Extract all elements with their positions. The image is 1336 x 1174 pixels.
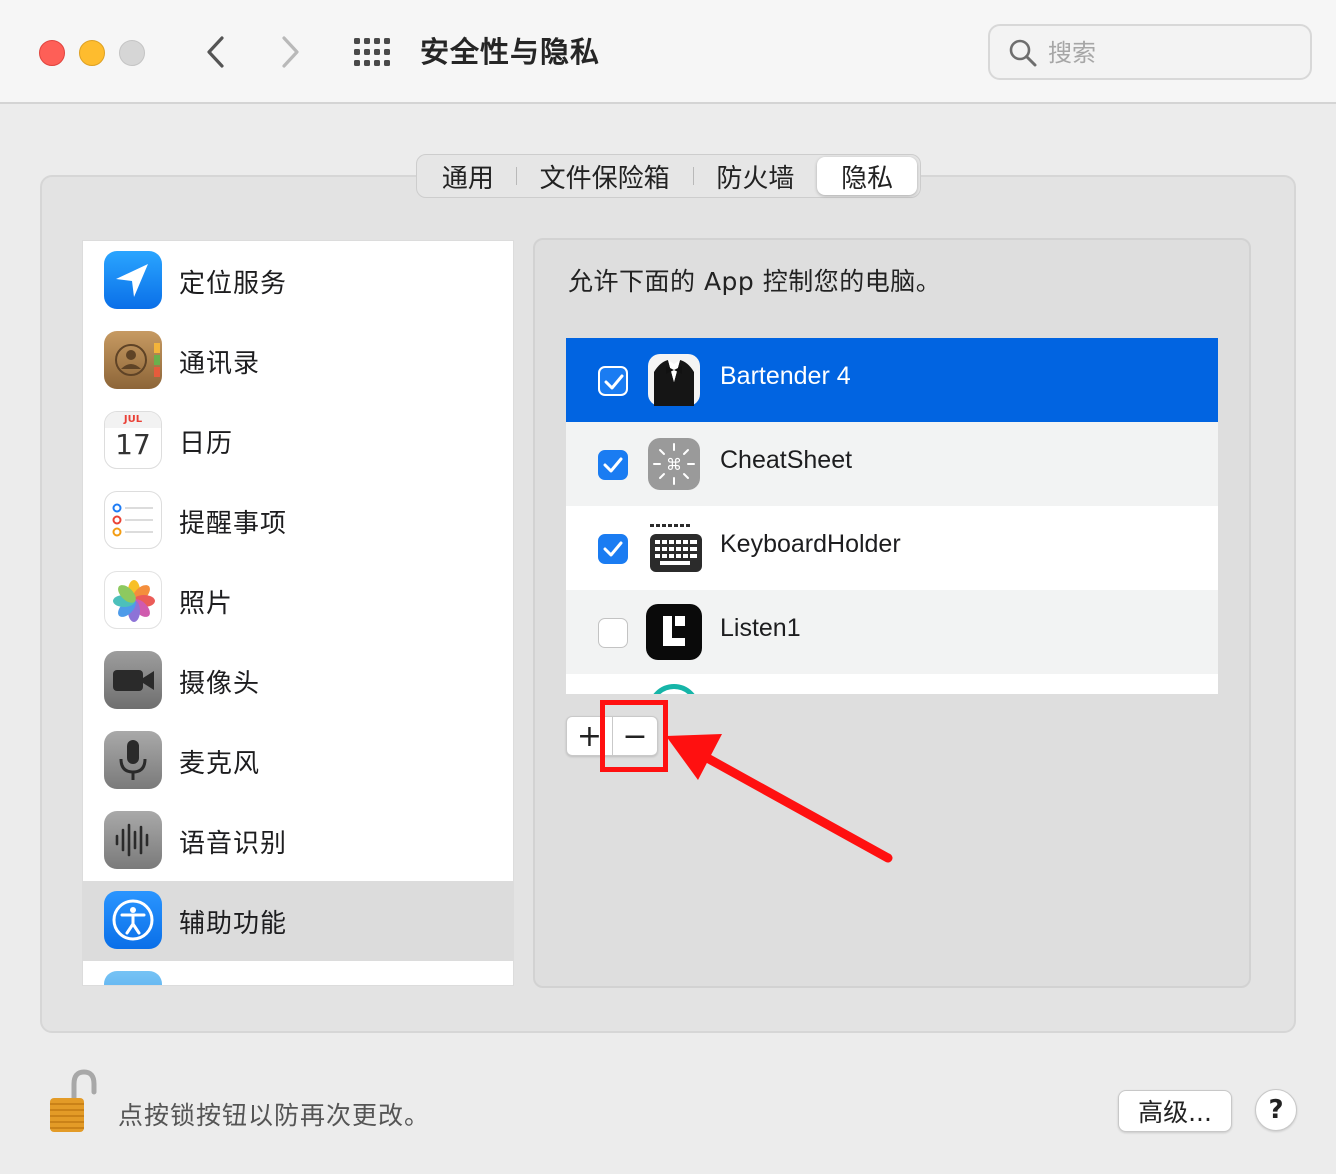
sidebar-item-next-partial[interactable]	[83, 961, 513, 985]
calendar-day: 17	[115, 428, 151, 461]
listen1-icon	[646, 604, 702, 660]
search-input[interactable]	[1048, 34, 1298, 72]
app-checkbox[interactable]	[598, 366, 628, 396]
sidebar-item-label: 语音识别	[179, 829, 288, 859]
app-list[interactable]: Bartender 4 ⌘ CheatSheet KeyboardHolder …	[566, 338, 1218, 694]
app-name: CheatSheet	[720, 446, 853, 474]
tab-general[interactable]: 通用	[420, 157, 516, 195]
sidebar-item-label: 摄像头	[179, 669, 261, 699]
annotation-arrow-icon	[666, 734, 893, 863]
highlight-box	[600, 700, 668, 772]
folder-icon	[104, 971, 162, 985]
app-checkbox[interactable]	[598, 450, 628, 480]
app-name: Bartender 4	[720, 362, 851, 390]
search-icon	[1009, 39, 1037, 67]
forward-button[interactable]	[270, 30, 310, 74]
sidebar-item-accessibility[interactable]: 辅助功能	[83, 881, 513, 961]
app-checkbox[interactable]	[598, 534, 628, 564]
tab-bar: 通用 文件保险箱 防火墙 隐私	[416, 154, 921, 198]
close-window-button[interactable]	[39, 40, 65, 66]
sidebar-item-label: 通讯录	[179, 349, 261, 379]
app-checkbox[interactable]	[598, 618, 628, 648]
sidebar-item-location-services[interactable]: 定位服务	[83, 241, 513, 321]
lock-status-text: 点按锁按钮以防再次更改。	[118, 1101, 431, 1130]
lock-icon[interactable]	[46, 1068, 100, 1136]
app-row-keyboardholder[interactable]: KeyboardHolder	[566, 506, 1218, 590]
zoom-window-button[interactable]	[119, 40, 145, 66]
sidebar-item-label: 辅助功能	[179, 909, 288, 939]
calendar-month: JUL	[123, 414, 143, 425]
keyboard-icon	[646, 520, 702, 576]
cheatsheet-icon: ⌘	[646, 436, 702, 492]
sidebar-item-reminders[interactable]: 提醒事项	[83, 481, 513, 561]
checkmark-icon	[603, 457, 623, 473]
checkmark-icon	[604, 374, 624, 390]
sidebar-item-label: 日历	[179, 429, 234, 459]
app-row-cheatsheet[interactable]: ⌘ CheatSheet	[566, 422, 1218, 506]
app-row-listen1[interactable]: Listen1	[566, 590, 1218, 674]
accessibility-icon	[104, 891, 162, 949]
tab-firewall[interactable]: 防火墙	[693, 157, 817, 195]
svg-text:⌘: ⌘	[666, 455, 682, 474]
sidebar-item-microphone[interactable]: 麦克风	[83, 721, 513, 801]
sidebar-item-label: 提醒事项	[179, 509, 288, 539]
back-button[interactable]	[196, 30, 236, 74]
tab-filevault[interactable]: 文件保险箱	[515, 157, 694, 195]
panel-description: 允许下面的 App 控制您的电脑。	[568, 267, 942, 296]
chevron-left-icon	[207, 36, 224, 68]
help-button[interactable]: ?	[1255, 1089, 1297, 1131]
grid-icon	[354, 38, 390, 66]
sidebar-item-calendar[interactable]: JUL 17 日历	[83, 401, 513, 481]
sidebar-item-photos[interactable]: 照片	[83, 561, 513, 641]
window-title: 安全性与隐私	[420, 35, 601, 69]
sidebar-item-label: 定位服务	[179, 269, 288, 299]
search-field[interactable]	[988, 24, 1312, 80]
app-name: KeyboardHolder	[720, 530, 901, 558]
calendar-icon: JUL 17	[104, 411, 162, 469]
location-arrow-icon	[104, 251, 162, 309]
sidebar-item-camera[interactable]: 摄像头	[83, 641, 513, 721]
title-bar: 安全性与隐私	[0, 0, 1336, 104]
privacy-category-list[interactable]: 定位服务 通讯录 JUL 17 日历 提醒事项 照片 摄像头 麦克风 语音识别 …	[82, 240, 514, 986]
show-all-button[interactable]	[350, 34, 394, 70]
app-name: Listen1	[720, 614, 801, 642]
sidebar-item-speech-recognition[interactable]: 语音识别	[83, 801, 513, 881]
sidebar-item-label: 麦克风	[179, 749, 261, 779]
reminders-icon	[104, 491, 162, 549]
speech-recognition-icon	[104, 811, 162, 869]
contacts-icon	[104, 331, 162, 389]
sidebar-item-contacts[interactable]: 通讯录	[83, 321, 513, 401]
chevron-right-icon	[282, 36, 299, 68]
bartender-icon	[646, 352, 702, 408]
app-row-bartender[interactable]: Bartender 4	[566, 338, 1218, 422]
sidebar-item-label: 照片	[179, 589, 234, 619]
camera-icon	[104, 651, 162, 709]
microphone-icon	[104, 731, 162, 789]
minimize-window-button[interactable]	[79, 40, 105, 66]
checkmark-icon	[603, 541, 623, 557]
tab-privacy[interactable]: 隐私	[817, 157, 917, 195]
advanced-button[interactable]: 高级...	[1118, 1090, 1232, 1132]
app-row-partial[interactable]	[566, 674, 1218, 694]
app-icon-partial	[648, 684, 700, 694]
photos-icon	[104, 571, 162, 629]
